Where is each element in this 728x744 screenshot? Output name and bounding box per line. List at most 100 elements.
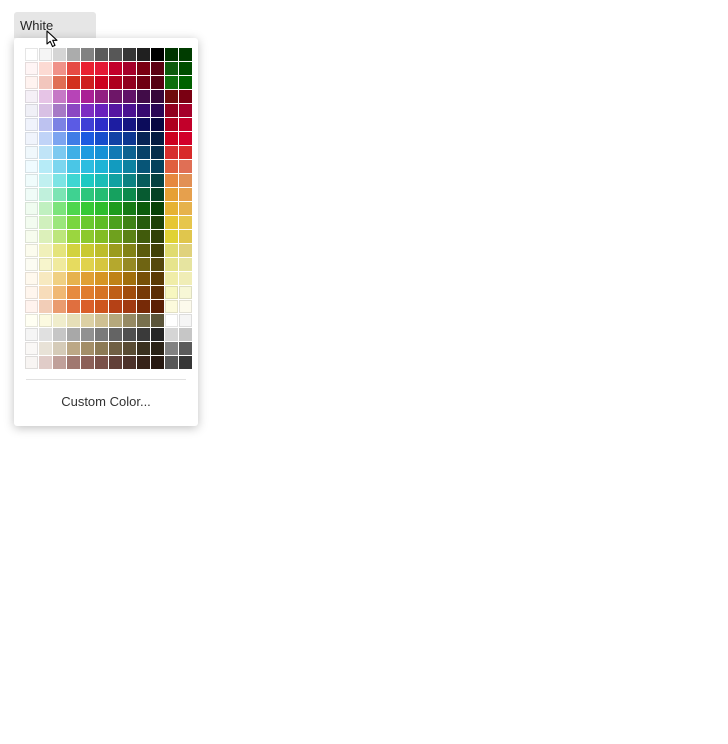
color-swatch[interactable] [165,272,178,285]
color-swatch[interactable] [109,230,122,243]
color-swatch[interactable] [67,342,80,355]
color-swatch[interactable] [39,356,52,369]
color-swatch[interactable] [109,90,122,103]
color-swatch[interactable] [67,76,80,89]
color-swatch[interactable] [165,244,178,257]
color-swatch[interactable] [109,146,122,159]
custom-color-link[interactable]: Custom Color... [25,380,187,422]
color-swatch[interactable] [109,216,122,229]
color-swatch[interactable] [67,216,80,229]
color-swatch[interactable] [109,76,122,89]
color-swatch[interactable] [165,188,178,201]
color-swatch[interactable] [25,160,38,173]
color-swatch[interactable] [39,216,52,229]
color-swatch[interactable] [179,258,192,271]
color-swatch[interactable] [81,104,94,117]
color-swatch[interactable] [179,202,192,215]
color-swatch[interactable] [25,90,38,103]
color-swatch[interactable] [67,90,80,103]
color-swatch[interactable] [67,356,80,369]
color-swatch[interactable] [123,272,136,285]
color-swatch[interactable] [81,202,94,215]
color-swatch[interactable] [25,202,38,215]
color-swatch[interactable] [137,62,150,75]
color-swatch[interactable] [67,62,80,75]
color-swatch[interactable] [151,216,164,229]
color-swatch[interactable] [179,118,192,131]
color-swatch[interactable] [109,188,122,201]
color-swatch[interactable] [39,174,52,187]
color-swatch[interactable] [39,272,52,285]
color-swatch[interactable] [165,286,178,299]
color-swatch[interactable] [95,244,108,257]
color-swatch[interactable] [53,48,66,61]
color-swatch[interactable] [137,90,150,103]
color-swatch[interactable] [67,314,80,327]
color-swatch[interactable] [67,48,80,61]
color-swatch[interactable] [81,342,94,355]
color-swatch[interactable] [109,356,122,369]
color-swatch[interactable] [137,230,150,243]
color-swatch[interactable] [151,300,164,313]
color-swatch[interactable] [53,62,66,75]
color-swatch[interactable] [53,314,66,327]
color-swatch[interactable] [95,48,108,61]
color-swatch[interactable] [151,160,164,173]
color-swatch[interactable] [25,286,38,299]
color-swatch[interactable] [179,160,192,173]
color-swatch[interactable] [179,62,192,75]
color-swatch[interactable] [179,48,192,61]
color-swatch[interactable] [53,230,66,243]
color-swatch[interactable] [81,244,94,257]
color-swatch[interactable] [165,90,178,103]
color-swatch[interactable] [137,132,150,145]
color-swatch[interactable] [81,132,94,145]
color-swatch[interactable] [39,258,52,271]
color-swatch[interactable] [81,230,94,243]
color-swatch[interactable] [95,272,108,285]
color-swatch[interactable] [137,328,150,341]
color-swatch[interactable] [95,216,108,229]
color-swatch[interactable] [53,188,66,201]
color-swatch[interactable] [179,146,192,159]
color-swatch[interactable] [25,48,38,61]
color-swatch[interactable] [25,174,38,187]
color-swatch[interactable] [39,48,52,61]
color-swatch[interactable] [137,188,150,201]
color-swatch[interactable] [109,286,122,299]
color-swatch[interactable] [95,300,108,313]
color-swatch[interactable] [67,132,80,145]
color-swatch[interactable] [25,146,38,159]
color-swatch[interactable] [53,328,66,341]
color-swatch[interactable] [151,146,164,159]
color-swatch[interactable] [179,272,192,285]
color-swatch[interactable] [123,300,136,313]
color-swatch[interactable] [165,132,178,145]
color-swatch[interactable] [151,258,164,271]
color-swatch[interactable] [67,286,80,299]
color-swatch[interactable] [109,244,122,257]
color-swatch[interactable] [151,314,164,327]
color-swatch[interactable] [165,202,178,215]
color-swatch[interactable] [25,314,38,327]
color-swatch[interactable] [123,160,136,173]
color-swatch[interactable] [67,272,80,285]
color-swatch[interactable] [53,244,66,257]
color-swatch[interactable] [67,328,80,341]
color-swatch[interactable] [109,132,122,145]
color-swatch[interactable] [25,132,38,145]
color-swatch[interactable] [179,356,192,369]
color-swatch[interactable] [151,132,164,145]
color-swatch[interactable] [109,202,122,215]
color-swatch[interactable] [123,328,136,341]
color-swatch[interactable] [137,216,150,229]
color-swatch[interactable] [123,48,136,61]
color-swatch[interactable] [53,174,66,187]
color-swatch[interactable] [179,216,192,229]
color-swatch[interactable] [25,230,38,243]
color-swatch[interactable] [53,202,66,215]
color-swatch[interactable] [81,118,94,131]
color-swatch[interactable] [95,202,108,215]
color-swatch[interactable] [179,230,192,243]
color-swatch[interactable] [39,300,52,313]
